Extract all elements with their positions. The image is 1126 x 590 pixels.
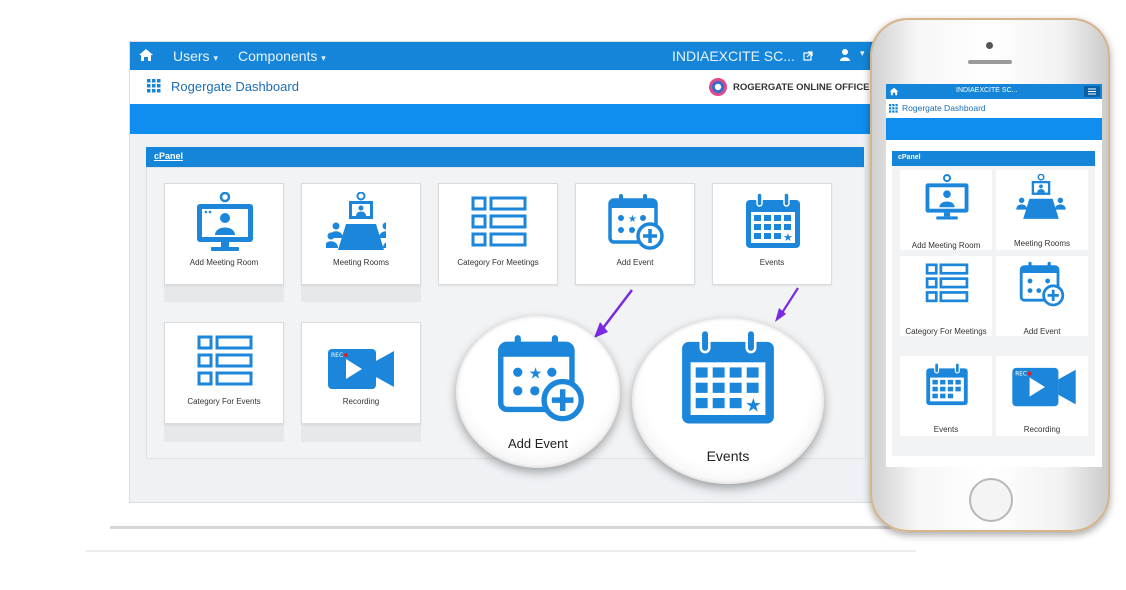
external-link-icon <box>803 51 813 61</box>
tile-label: Events <box>759 258 785 267</box>
grid-apps-icon[interactable] <box>889 104 898 113</box>
tile-add-event[interactable]: ★ Add Event <box>575 183 695 285</box>
tile-category-events[interactable]: Category For Events <box>164 322 284 424</box>
header-band <box>886 118 1102 140</box>
svg-text:★: ★ <box>628 214 637 225</box>
events-calendar-icon <box>926 362 968 406</box>
tile-recording[interactable]: REC Recording <box>996 356 1088 436</box>
cpanel-link[interactable]: cPanel <box>898 154 921 161</box>
category-list-icon <box>471 196 527 247</box>
tile-footer <box>301 282 421 302</box>
category-list-icon <box>925 263 969 303</box>
page-title: Rogergate Dashboard <box>171 79 299 94</box>
tile-meeting-rooms[interactable]: Meeting Rooms <box>996 170 1088 250</box>
cpanel-link[interactable]: cPanel <box>154 151 183 161</box>
meeting-rooms-icon <box>326 192 386 250</box>
tile-label: Events <box>933 425 959 434</box>
events-calendar-icon: ★ <box>682 328 774 424</box>
tile-footer <box>164 422 284 442</box>
phone-header: Rogergate Dashboard <box>886 99 1102 117</box>
tile-events[interactable]: Events <box>900 356 992 436</box>
home-icon[interactable] <box>138 48 154 62</box>
svg-text:★: ★ <box>745 396 762 417</box>
phone-home-button[interactable] <box>969 478 1013 522</box>
tile-label: Meeting Rooms <box>1013 239 1071 248</box>
page-title: Rogergate Dashboard <box>902 103 986 113</box>
arrow-icon <box>775 287 799 322</box>
dashboard-header: Rogergate Dashboard ROGERGATE ONLINE OFF… <box>130 70 875 105</box>
caret-down-icon: ▾ <box>321 53 326 63</box>
phone-camera <box>986 42 993 49</box>
zoom-label: Add Event <box>508 436 568 451</box>
svg-text:★: ★ <box>783 231 793 244</box>
arrow-icon <box>594 289 633 338</box>
site-link[interactable]: INDIAEXCITE SC... <box>672 48 795 64</box>
tile-label: Category For Events <box>187 397 261 406</box>
site-link[interactable]: INDIAEXCITE SC... <box>956 87 1017 94</box>
add-meeting-room-icon <box>197 192 253 251</box>
tile-label: Meeting Rooms <box>332 258 390 267</box>
cpanel-header[interactable]: cPanel <box>146 147 864 167</box>
svg-text:★: ★ <box>529 364 543 382</box>
hamburger-menu-icon[interactable] <box>1084 86 1100 97</box>
tile-label: Add Event <box>1023 327 1061 336</box>
tile-label: Recording <box>1023 425 1061 434</box>
events-calendar-icon: ★ <box>746 192 800 248</box>
tile-category-meetings[interactable]: Category For Meetings <box>900 256 992 336</box>
zoom-label: Events <box>706 448 750 464</box>
phone-speaker <box>968 60 1012 64</box>
add-event-icon <box>1019 261 1065 307</box>
svg-text:REC: REC <box>331 352 343 359</box>
laptop-base-shadow <box>86 550 916 552</box>
recording-camera-icon: REC <box>328 349 394 389</box>
tile-label: Add Meeting Room <box>189 258 259 267</box>
tile-label: Category For Meetings <box>457 258 539 267</box>
category-list-icon <box>197 335 253 386</box>
recording-camera-icon: REC <box>1012 367 1076 407</box>
tile-meeting-rooms[interactable]: Meeting Rooms <box>301 183 421 285</box>
tile-category-meetings[interactable]: Category For Meetings <box>438 183 558 285</box>
laptop-base <box>110 526 910 529</box>
tile-footer <box>164 282 284 302</box>
zoom-events: ★ Events <box>632 318 824 484</box>
caret-down-icon: ▾ <box>213 53 218 63</box>
phone-screen: INDIAEXCITE SC... Rogergate Dashboard cP… <box>886 84 1102 467</box>
user-icon[interactable] <box>839 48 851 62</box>
add-event-icon: ★ <box>608 194 664 250</box>
meeting-rooms-icon <box>1016 174 1066 219</box>
add-event-icon: ★ <box>498 335 584 422</box>
tile-recording[interactable]: REC Recording <box>301 322 421 424</box>
tile-add-meeting-room[interactable]: Add Meeting Room <box>164 183 284 285</box>
brand-logo <box>709 78 727 96</box>
zoom-add-event: ★ Add Event <box>456 316 620 468</box>
tile-events[interactable]: ★ Events <box>712 183 832 285</box>
brand-name: ROGERGATE ONLINE OFFICE <box>733 82 870 93</box>
users-menu[interactable]: Users ▾ <box>173 48 218 64</box>
caret-down-icon[interactable]: ▾ <box>860 48 865 59</box>
tile-add-event[interactable]: Add Event <box>996 256 1088 336</box>
tile-add-meeting-room[interactable]: Add Meeting Room <box>900 170 992 250</box>
phone-navbar: INDIAEXCITE SC... <box>886 84 1102 99</box>
cpanel-header[interactable]: cPanel <box>892 151 1095 166</box>
tile-label: Add Event <box>616 258 654 267</box>
tile-label: Recording <box>342 397 380 406</box>
tile-label: Category For Meetings <box>905 327 987 336</box>
home-icon[interactable] <box>889 87 899 96</box>
header-band <box>130 104 875 134</box>
top-navbar: Users ▾ Components ▾ INDIAEXCITE SC... ▾ <box>130 42 875 70</box>
grid-apps-icon[interactable] <box>147 79 161 93</box>
add-meeting-room-icon <box>925 174 969 220</box>
tile-label: Add Meeting Room <box>911 241 981 250</box>
tile-footer <box>301 422 421 442</box>
svg-text:REC: REC <box>1015 372 1027 378</box>
components-menu[interactable]: Components ▾ <box>238 48 326 64</box>
